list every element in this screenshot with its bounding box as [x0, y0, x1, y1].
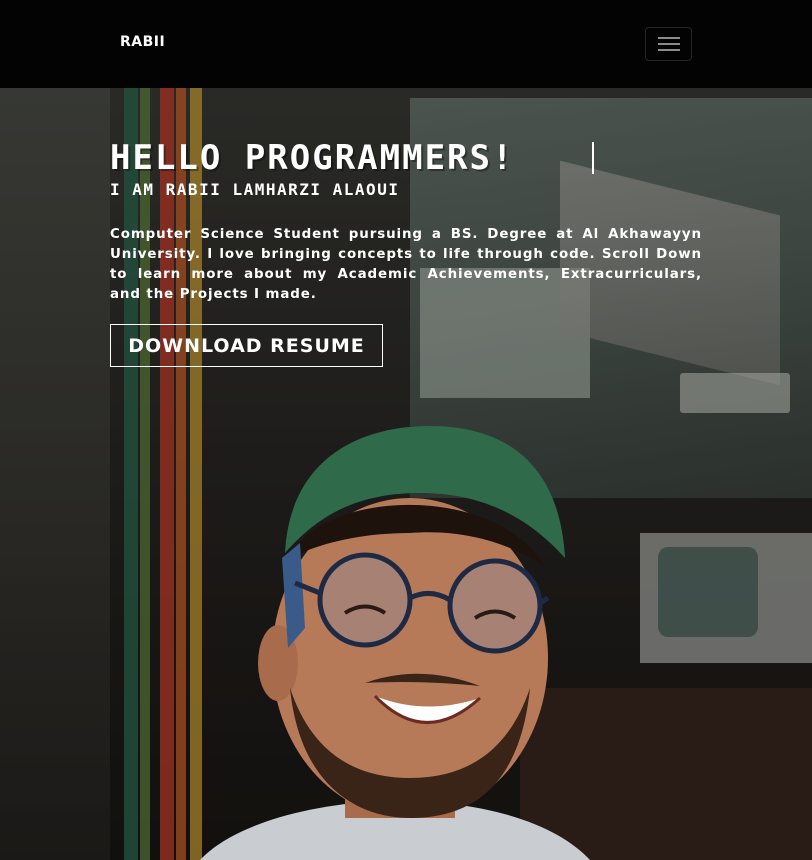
navbar: RABII — [0, 0, 812, 88]
hero-headline: HELLO PROGRAMMERS! — [110, 138, 515, 178]
hamburger-menu-button[interactable] — [645, 27, 692, 61]
hero-subheadline: I AM RABII LAMHARZI ALAOUI — [110, 180, 400, 199]
portrait-photo — [200, 426, 590, 860]
hamburger-menu-icon — [657, 36, 680, 52]
typing-cursor — [592, 142, 594, 174]
hero-bio: Computer Science Student pursuing a BS. … — [110, 227, 702, 302]
hero-section: HELLO PROGRAMMERS! I AM RABII LAMHARZI A… — [0, 88, 812, 860]
download-resume-button[interactable]: DOWNLOAD RESUME — [110, 324, 383, 367]
brand-logo[interactable]: RABII — [120, 34, 165, 50]
